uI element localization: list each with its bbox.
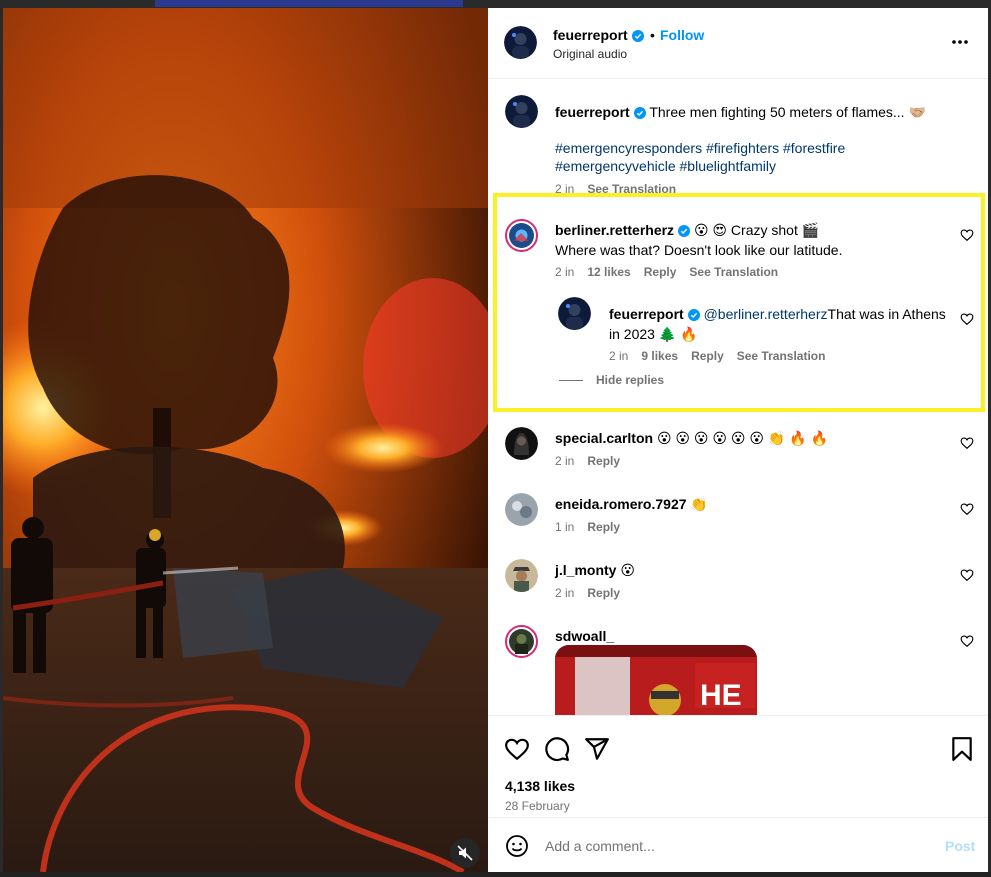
hide-replies-label[interactable]: Hide replies xyxy=(596,373,664,387)
post-comment-button[interactable]: Post xyxy=(945,838,975,854)
background-strip xyxy=(155,0,463,7)
bookmark-icon[interactable] xyxy=(949,736,975,762)
reply-text: feuerreport @berliner.retterherzThat was… xyxy=(609,305,948,343)
mute-toggle-button[interactable] xyxy=(450,838,480,868)
comment-text: special.carlton 😮 😮 😮 😮 😮 😮 👏 🔥 🔥 xyxy=(555,429,948,447)
hide-replies-toggle[interactable]: Hide replies xyxy=(559,373,677,387)
comment-text: berliner.retterherz 😮 😍 Crazy shot 🎬 Whe… xyxy=(555,221,948,259)
svg-text:HE: HE xyxy=(700,679,742,712)
comment-likes[interactable]: 12 likes xyxy=(587,265,630,279)
reply-body-line-2: in 2023 🌲 🔥 xyxy=(609,326,698,342)
reply-likes[interactable]: 9 likes xyxy=(641,349,678,363)
comment-input[interactable]: Add a comment... xyxy=(545,838,655,854)
caption-username[interactable]: feuerreport xyxy=(555,104,630,120)
add-comment-bar: Add a comment... Post xyxy=(488,817,988,872)
comment-body: 👏 xyxy=(690,496,708,512)
commenter-username[interactable]: berliner.retterherz xyxy=(555,222,674,238)
commenter-avatar[interactable] xyxy=(505,559,538,592)
share-icon[interactable] xyxy=(584,736,610,762)
reply-avatar[interactable] xyxy=(558,297,591,330)
hashtags-line-2[interactable]: #emergencyvehicle #bluelightfamily xyxy=(555,157,948,175)
separator-dot: • xyxy=(650,27,655,43)
verified-badge-icon xyxy=(678,223,691,241)
follow-button[interactable]: Follow xyxy=(660,27,704,43)
heart-icon[interactable] xyxy=(960,502,974,516)
comment-time: 2 in xyxy=(555,586,575,600)
comment-image-attachment[interactable]: HE xyxy=(555,645,757,715)
reply-reply-button[interactable]: Reply xyxy=(691,349,724,363)
reply-meta: 2 in 9 likes Reply See Translation xyxy=(609,349,838,363)
likes-count[interactable]: 4,138 likes xyxy=(505,778,575,794)
comment-time: 1 in xyxy=(555,520,575,534)
reply-username[interactable]: feuerreport xyxy=(609,306,684,322)
verified-badge-icon xyxy=(687,307,700,325)
comment-body: 😮 😮 😮 😮 😮 😮 👏 🔥 🔥 xyxy=(656,430,828,446)
caption-hashtags[interactable]: #emergencyresponders #firefighters #fore… xyxy=(555,139,948,175)
commenter-avatar[interactable] xyxy=(505,427,538,460)
commenter-avatar[interactable] xyxy=(505,219,538,252)
comment-text: eneida.romero.7927 👏 xyxy=(555,495,948,513)
thread-line xyxy=(559,380,583,382)
hashtags-line-1[interactable]: #emergencyresponders #firefighters #fore… xyxy=(555,139,948,157)
reply-button[interactable]: Reply xyxy=(587,586,620,600)
verified-badge-icon xyxy=(633,105,646,123)
commenter-avatar[interactable] xyxy=(505,493,538,526)
original-audio-link[interactable]: Original audio xyxy=(553,47,627,61)
comment-time: 2 in xyxy=(555,454,575,468)
commenter-username[interactable]: sdwoall_ xyxy=(555,628,614,644)
heart-icon[interactable] xyxy=(960,312,974,326)
post-side-panel: feuerreport • Follow Original audio feue… xyxy=(488,8,988,872)
commenter-avatar[interactable] xyxy=(505,625,538,658)
verified-badge-icon xyxy=(631,29,644,45)
reply-mention[interactable]: @berliner.retterherz xyxy=(704,306,828,322)
commenter-username[interactable]: eneida.romero.7927 xyxy=(555,496,687,512)
emoji-icon[interactable] xyxy=(505,834,529,858)
caption-avatar[interactable] xyxy=(505,95,538,128)
fire-truck-image: HE xyxy=(555,645,757,715)
heart-icon[interactable] xyxy=(504,736,530,762)
comment-meta: 2 in Reply xyxy=(555,454,633,468)
post-date: 28 February xyxy=(505,799,570,813)
comment-icon[interactable] xyxy=(544,736,570,762)
reply-button[interactable]: Reply xyxy=(587,454,620,468)
instagram-post-modal: feuerreport • Follow Original audio feue… xyxy=(0,0,991,877)
comment-meta: 1 in Reply xyxy=(555,520,633,534)
caption-see-translation[interactable]: See Translation xyxy=(587,182,676,196)
comment-time: 2 in xyxy=(555,265,575,279)
author-username[interactable]: feuerreport xyxy=(553,27,644,45)
caption-body: Three men fighting 50 meters of flames..… xyxy=(649,104,926,120)
comment-meta: 2 in Reply xyxy=(555,586,633,600)
comment-meta: 2 in 12 likes Reply See Translation xyxy=(555,265,791,279)
reply-see-translation-button[interactable]: See Translation xyxy=(737,349,826,363)
commenter-username[interactable]: special.carlton xyxy=(555,430,653,446)
comment-text: sdwoall_ xyxy=(555,627,948,645)
comment-text: j.l_monty 😮 xyxy=(555,561,948,579)
reply-body-line-1: That was in Athens xyxy=(827,306,946,322)
caption-meta: 2 in See Translation xyxy=(555,182,689,196)
more-options-icon[interactable] xyxy=(950,32,970,52)
heart-icon[interactable] xyxy=(960,436,974,450)
comment-body-line-2: Where was that? Doesn't look like our la… xyxy=(555,242,843,258)
comments-list[interactable]: feuerreport Three men fighting 50 meters… xyxy=(488,79,988,715)
comment-body: 😮 xyxy=(620,562,635,578)
caption-text: feuerreport Three men fighting 50 meters… xyxy=(555,103,948,123)
comment-body-line-1: 😮 😍 Crazy shot 🎬 xyxy=(690,222,820,238)
reply-time: 2 in xyxy=(609,349,629,363)
commenter-username[interactable]: j.l_monty xyxy=(555,562,616,578)
background-strip xyxy=(0,872,991,877)
post-header: feuerreport • Follow Original audio xyxy=(488,8,988,79)
post-video[interactable] xyxy=(3,8,488,872)
see-translation-button[interactable]: See Translation xyxy=(689,265,778,279)
author-avatar[interactable] xyxy=(504,26,537,59)
muted-speaker-icon xyxy=(457,845,473,861)
post-actions: 4,138 likes 28 February xyxy=(488,715,988,823)
reply-button[interactable]: Reply xyxy=(644,265,677,279)
caption-time: 2 in xyxy=(555,182,575,196)
reply-button[interactable]: Reply xyxy=(587,520,620,534)
heart-icon[interactable] xyxy=(960,228,974,242)
heart-icon[interactable] xyxy=(960,634,974,648)
heart-icon[interactable] xyxy=(960,568,974,582)
fire-scene-image xyxy=(3,8,488,872)
